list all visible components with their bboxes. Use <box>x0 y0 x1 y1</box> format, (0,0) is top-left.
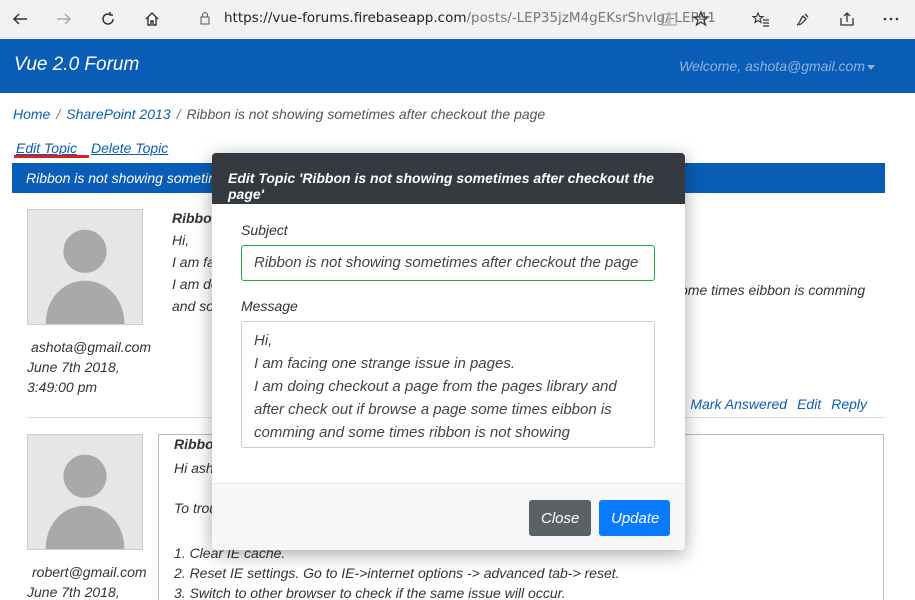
update-button[interactable]: Update <box>599 500 670 536</box>
modal-footer: Close Update <box>212 483 685 550</box>
message-textarea[interactable]: Hi, I am facing one strange issue in pag… <box>241 321 655 448</box>
modal-body: Subject Ribbon is not showing sometimes … <box>212 204 685 448</box>
modal-title: Edit Topic 'Ribbon is not showing someti… <box>212 153 685 204</box>
subject-label: Subject <box>241 222 288 238</box>
subject-input[interactable]: Ribbon is not showing sometimes after ch… <box>241 245 655 281</box>
edit-topic-modal: Edit Topic 'Ribbon is not showing someti… <box>212 153 685 550</box>
close-button[interactable]: Close <box>529 500 591 536</box>
message-label: Message <box>241 298 298 314</box>
